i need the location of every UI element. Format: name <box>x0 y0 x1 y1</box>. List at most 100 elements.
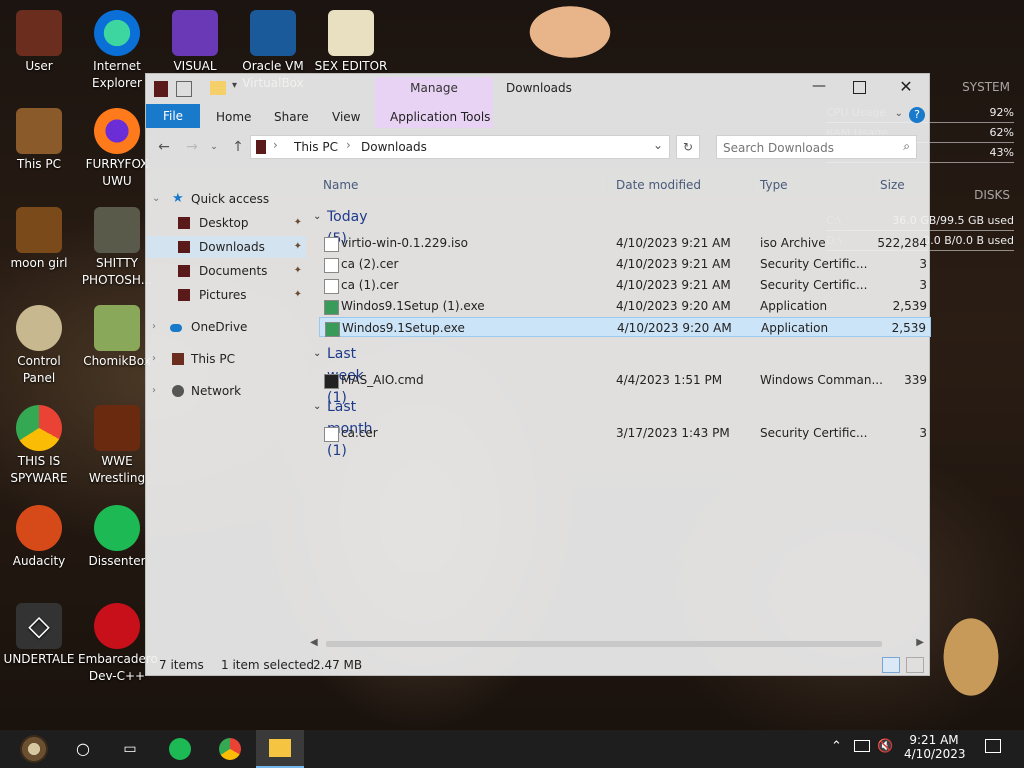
quick-access-toolbar-dropdown-icon[interactable]: ▾ <box>232 80 237 91</box>
window-title: Downloads <box>506 81 572 95</box>
column-header-date[interactable]: Date modified <box>616 178 701 192</box>
nav-onedrive[interactable]: › OneDrive <box>146 316 306 338</box>
details-view-icon[interactable] <box>882 657 900 673</box>
address-bar[interactable]: › This PC › Downloads ⌄ <box>250 135 670 159</box>
search-icon[interactable]: ⌕ <box>903 139 910 154</box>
chevron-down-icon[interactable]: ⌄ <box>152 188 160 210</box>
nav-label: Pictures <box>199 288 247 302</box>
file-row-selected[interactable]: Windos9.1Setup.exe 4/10/2023 9:20 AM App… <box>319 317 931 337</box>
close-icon[interactable]: ✕ <box>896 77 916 96</box>
new-folder-icon[interactable] <box>210 81 226 95</box>
nav-desktop[interactable]: Desktop ✦ <box>146 212 306 234</box>
file-type: Security Certific... <box>760 426 868 440</box>
file-row[interactable]: ca (2).cer 4/10/2023 9:21 AM Security Ce… <box>319 254 931 274</box>
desktop-icon-moon-girl[interactable]: moon girl <box>0 207 78 272</box>
chevron-right-icon[interactable]: › <box>152 316 156 338</box>
column-header-name[interactable]: Name <box>323 178 358 192</box>
desktop-icon-label: Dissenter <box>88 554 146 568</box>
nav-network[interactable]: › Network <box>146 380 306 402</box>
nav-pictures[interactable]: Pictures ✦ <box>146 284 306 306</box>
audacity-icon <box>16 505 62 551</box>
back-icon[interactable]: ← <box>154 137 174 157</box>
column-header-size[interactable]: Size <box>880 178 905 192</box>
chevron-down-icon[interactable]: ⌄ <box>313 396 321 418</box>
nav-this-pc[interactable]: › This PC <box>146 348 306 370</box>
desktop-icon-visual[interactable]: VISUAL <box>156 10 234 75</box>
chevron-down-icon[interactable]: ⌄ <box>313 343 321 365</box>
desktop-icon-spyware[interactable]: THIS IS SPYWARE <box>0 405 78 487</box>
notifications-icon[interactable] <box>985 739 1001 753</box>
file-explorer-window[interactable]: Manage ▾ Downloads — ✕ File Home Share V… <box>145 73 931 676</box>
search-input[interactable] <box>721 138 895 158</box>
tab-share[interactable]: Share <box>266 106 317 128</box>
nav-quick-access[interactable]: ⌄ ★ Quick access <box>146 188 306 210</box>
minimize-icon[interactable]: — <box>809 78 829 94</box>
file-row[interactable]: MAS_AIO.cmd 4/4/2023 1:51 PM Windows Com… <box>319 370 931 390</box>
file-row[interactable]: virtio-win-0.1.229.iso 4/10/2023 9:21 AM… <box>319 233 931 253</box>
tab-home[interactable]: Home <box>208 106 259 128</box>
file-type: Application <box>761 321 829 335</box>
desktop-icon-undertale[interactable]: ◇ UNDERTALE <box>0 603 78 668</box>
chevron-down-icon[interactable]: ⌄ <box>313 206 321 228</box>
address-dropdown-icon[interactable]: ⌄ <box>653 138 663 152</box>
properties-icon[interactable] <box>176 81 192 97</box>
horizontal-scrollbar[interactable]: ◀ ▶ <box>308 636 928 652</box>
help-icon[interactable]: ? <box>909 107 925 123</box>
title-bar[interactable]: ▾ Downloads — ✕ <box>146 74 929 104</box>
breadcrumb-this-pc[interactable]: This PC <box>294 140 338 154</box>
file-size: 522,284 <box>877 236 927 250</box>
breadcrumb-downloads[interactable]: Downloads <box>361 140 427 154</box>
file-row[interactable]: ca.cer 3/17/2023 1:43 PM Security Certif… <box>319 423 931 443</box>
volume-muted-icon[interactable]: 🔇 <box>877 739 893 754</box>
breadcrumb-sep: › <box>346 138 351 152</box>
scroll-left-icon[interactable]: ◀ <box>310 637 318 648</box>
nav-downloads[interactable]: Downloads ✦ <box>146 236 306 258</box>
chevron-right-icon[interactable]: › <box>152 348 156 370</box>
tab-application-tools[interactable]: Application Tools <box>382 106 498 128</box>
chrome-icon <box>219 738 241 760</box>
selection-size: 2.47 MB <box>313 658 363 672</box>
search-icon[interactable]: ○ <box>63 734 103 764</box>
folder-icon <box>178 241 190 253</box>
desktop-icon-label: THIS IS SPYWARE <box>10 454 68 485</box>
chevron-right-icon[interactable]: › <box>152 380 156 402</box>
taskbar-dissenter[interactable] <box>160 734 200 764</box>
network-tray-icon[interactable] <box>854 740 870 752</box>
tab-view[interactable]: View <box>324 106 368 128</box>
refresh-icon[interactable]: ↻ <box>676 135 700 159</box>
cpu-value: 92% <box>989 106 1014 119</box>
taskbar-chrome[interactable] <box>210 734 250 764</box>
column-header-type[interactable]: Type <box>760 178 788 192</box>
file-size: 3 <box>919 257 927 271</box>
show-hidden-icons-icon[interactable]: ⌃ <box>831 739 842 754</box>
clock[interactable]: 9:21 AM 4/10/2023 <box>904 733 966 761</box>
file-row[interactable]: ca (1).cer 4/10/2023 9:21 AM Security Ce… <box>319 275 931 295</box>
large-icons-view-icon[interactable] <box>906 657 924 673</box>
nav-documents[interactable]: Documents ✦ <box>146 260 306 282</box>
maximize-icon[interactable] <box>853 81 866 94</box>
file-row[interactable]: Windos9.1Setup (1).exe 4/10/2023 9:20 AM… <box>319 296 931 316</box>
start-button[interactable] <box>12 734 56 764</box>
ribbon-expand-icon[interactable]: ⌄ <box>895 108 903 119</box>
search-box[interactable]: ⌕ <box>716 135 917 159</box>
iso-file-icon <box>324 237 339 252</box>
cloud-icon <box>170 324 182 332</box>
taskbar-file-explorer[interactable] <box>256 730 304 768</box>
recent-locations-icon[interactable]: ⌄ <box>204 137 224 157</box>
forward-icon[interactable]: → <box>182 137 202 157</box>
desktop-icon-control-panel[interactable]: Control Panel <box>0 305 78 387</box>
unity-icon: ◇ <box>16 603 62 649</box>
dissenter-icon <box>169 738 191 760</box>
desktop-icon-sex-editor[interactable]: SEX EDITOR <box>312 10 390 75</box>
up-icon[interactable]: ↑ <box>228 137 248 157</box>
devcpp-icon <box>94 603 140 649</box>
tab-file[interactable]: File <box>146 104 200 128</box>
task-view-icon[interactable]: ▭ <box>110 734 150 764</box>
desktop-icon-this-pc[interactable]: This PC <box>0 108 78 173</box>
scroll-right-icon[interactable]: ▶ <box>916 637 924 648</box>
desktop-icon-audacity[interactable]: Audacity <box>0 505 78 570</box>
swap-value: 43% <box>989 146 1014 159</box>
desktop-icon-user[interactable]: User <box>0 10 78 75</box>
scrollbar-thumb[interactable] <box>326 641 882 647</box>
file-date: 4/10/2023 9:21 AM <box>616 257 731 271</box>
